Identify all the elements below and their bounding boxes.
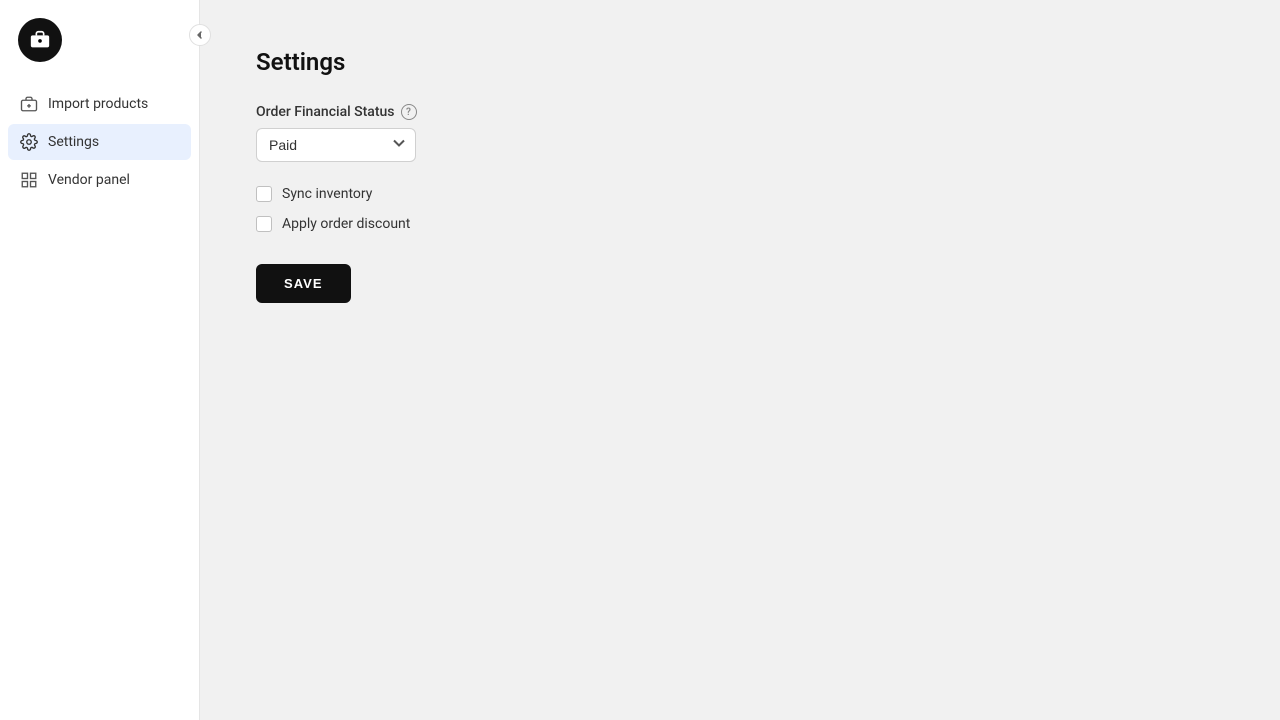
grid-icon bbox=[20, 171, 38, 189]
settings-icon bbox=[20, 133, 38, 151]
sidebar: Import products Settings Vendor panel bbox=[0, 0, 200, 720]
logo-icon bbox=[29, 29, 51, 51]
sidebar-item-settings[interactable]: Settings bbox=[8, 124, 191, 160]
order-financial-status-field: Order Financial Status ? Paid Pending Re… bbox=[256, 104, 1224, 162]
save-button[interactable]: SAVE bbox=[256, 264, 351, 303]
sidebar-item-vendor-panel[interactable]: Vendor panel bbox=[8, 162, 191, 198]
app-logo bbox=[18, 18, 62, 62]
sidebar-nav: Import products Settings Vendor panel bbox=[0, 86, 199, 198]
checkbox-group: Sync inventory Apply order discount bbox=[256, 186, 1224, 232]
box-icon bbox=[20, 95, 38, 113]
order-financial-status-select[interactable]: Paid Pending Refunded Voided bbox=[256, 128, 416, 162]
sync-inventory-checkbox[interactable] bbox=[256, 186, 272, 202]
main-content: Settings Order Financial Status ? Paid P… bbox=[200, 0, 1280, 720]
sidebar-item-label-vendor-panel: Vendor panel bbox=[48, 172, 130, 188]
settings-form: Order Financial Status ? Paid Pending Re… bbox=[256, 104, 1224, 303]
chevron-left-icon bbox=[195, 30, 205, 40]
order-financial-status-label: Order Financial Status ? bbox=[256, 104, 1224, 120]
page-title: Settings bbox=[256, 48, 1224, 76]
sidebar-item-label-settings: Settings bbox=[48, 134, 99, 150]
help-icon[interactable]: ? bbox=[401, 104, 417, 120]
apply-order-discount-checkbox[interactable] bbox=[256, 216, 272, 232]
collapse-sidebar-button[interactable] bbox=[189, 24, 211, 46]
sync-inventory-label: Sync inventory bbox=[282, 186, 372, 202]
sync-inventory-checkbox-item[interactable]: Sync inventory bbox=[256, 186, 1224, 202]
sidebar-item-label-import-products: Import products bbox=[48, 96, 148, 112]
apply-order-discount-label: Apply order discount bbox=[282, 216, 410, 232]
apply-order-discount-checkbox-item[interactable]: Apply order discount bbox=[256, 216, 1224, 232]
order-financial-status-select-wrapper: Paid Pending Refunded Voided bbox=[256, 128, 416, 162]
sidebar-item-import-products[interactable]: Import products bbox=[8, 86, 191, 122]
